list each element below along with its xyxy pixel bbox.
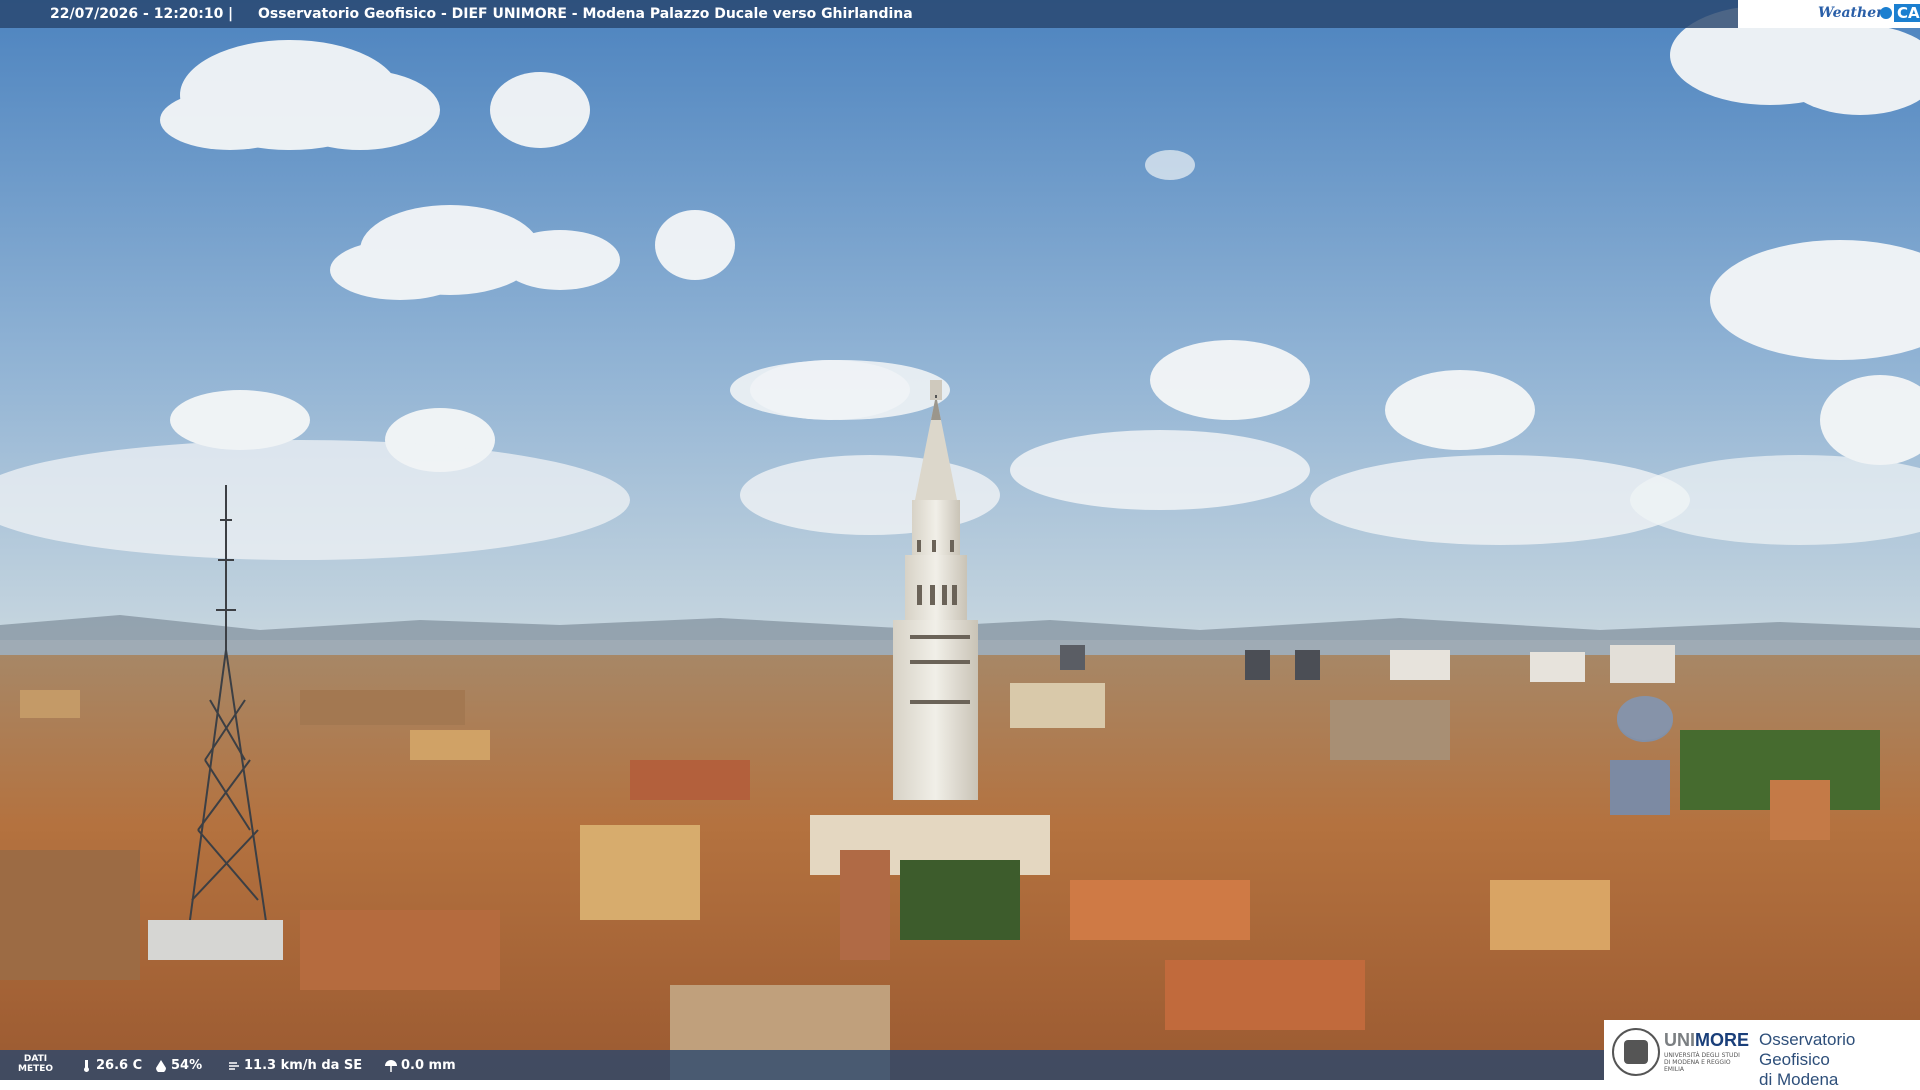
antenna-base	[148, 920, 283, 960]
weather-label-line2: METEO	[18, 1064, 54, 1074]
humidity-value: 54%	[171, 1058, 203, 1073]
rain-reading: 0.0 mm	[385, 1058, 456, 1073]
university-logo-text: UNIMORE	[1664, 1030, 1749, 1051]
thermometer-icon	[80, 1059, 92, 1072]
unimore-branding: UNIMORE UNIVERSITÀ DEGLI STUDI DI MODENA…	[1604, 1020, 1920, 1089]
observatory-name: Osservatorio Geofisico di Modena	[1759, 1030, 1920, 1090]
webcam-image	[0, 0, 1920, 1080]
wind-value: 11.3 km/h da SE	[244, 1058, 363, 1073]
observatory-line2: di Modena	[1759, 1070, 1839, 1089]
camera-caption: Osservatorio Geofisico - DIEF UNIMORE - …	[258, 6, 913, 22]
wind-reading: 11.3 km/h da SE	[228, 1058, 362, 1073]
logo-weather-text: Weather	[1818, 5, 1884, 21]
rain-value: 0.0 mm	[401, 1058, 456, 1073]
weathercam-logo: Weather CAM	[1738, 0, 1920, 28]
separator: |	[228, 6, 234, 22]
overlay-top-bar: 22/07/2026 - 12:20:10 | Osservatorio Geo…	[0, 0, 1920, 28]
university-seal-icon	[1612, 1028, 1660, 1076]
temperature-value: 26.6 C	[96, 1058, 143, 1073]
university-name-part2: MORE	[1695, 1030, 1749, 1050]
weather-data-bar: DATI METEO 26.6 C 54% 11.3 km/h da SE 0.…	[0, 1050, 1610, 1080]
university-name-part1: UNI	[1664, 1030, 1695, 1050]
university-subtitle: UNIVERSITÀ DEGLI STUDI DI MODENA E REGGI…	[1664, 1052, 1740, 1073]
temperature-reading: 26.6 C	[80, 1058, 142, 1073]
logo-dot-icon	[1880, 7, 1892, 19]
humidity-reading: 54%	[155, 1058, 202, 1073]
cathedral-dome	[1617, 696, 1673, 740]
observatory-line1: Osservatorio Geofisico	[1759, 1030, 1856, 1069]
weather-label: DATI METEO	[18, 1054, 53, 1074]
umbrella-icon	[385, 1059, 397, 1072]
timestamp: 22/07/2026 - 12:20:10	[50, 6, 224, 22]
logo-cam-text: CAM	[1894, 4, 1920, 22]
wind-icon	[228, 1060, 240, 1072]
humidity-icon	[155, 1059, 167, 1073]
weather-label-line1: DATI	[23, 1054, 48, 1064]
